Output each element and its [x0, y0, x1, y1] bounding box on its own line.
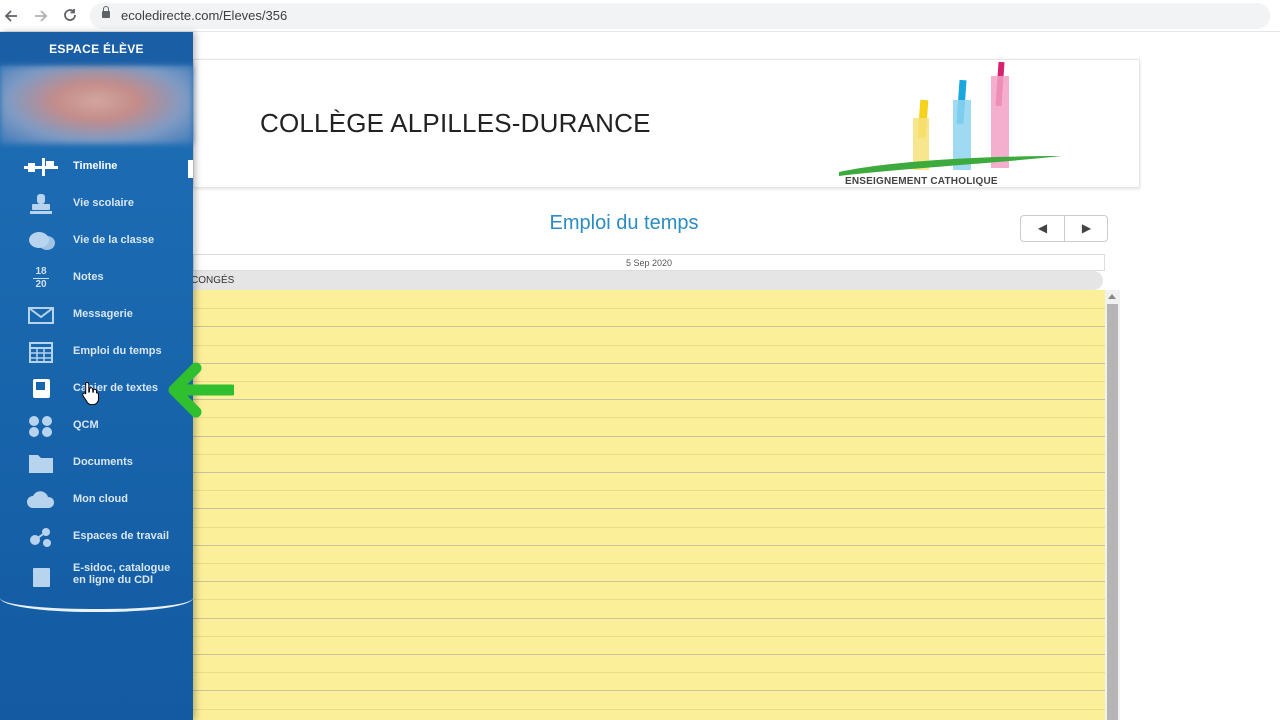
browser-toolbar: ecoledirecte.com/Eleves/356 — [0, 0, 1280, 32]
stamp-icon — [28, 193, 54, 215]
qcm-icon — [28, 415, 54, 437]
sidebar-item-label: E-sidoc, catalogue en ligne du CDI — [73, 562, 170, 586]
address-bar[interactable]: ecoledirecte.com/Eleves/356 — [90, 3, 1270, 29]
grid-line — [193, 435, 1105, 437]
folder-icon — [28, 452, 54, 474]
active-indicator — [188, 160, 193, 178]
sidebar-item-qcm[interactable]: QCM — [0, 408, 193, 445]
grid-line — [193, 362, 1105, 364]
hand-cursor-icon — [82, 381, 100, 406]
sidebar-item-label: Notes — [73, 271, 104, 283]
next-button[interactable]: ▶ — [1065, 216, 1108, 241]
envelope-icon — [28, 304, 54, 326]
grid-line — [193, 417, 1105, 419]
e-sidoc-label-line1: E-sidoc, catalogue — [73, 562, 171, 574]
date-header: 5 Sep 2020 — [193, 254, 1105, 271]
grid-line — [193, 526, 1105, 528]
chat-bubbles-icon — [28, 230, 55, 252]
school-banner: COLLÈGE ALPILLES-DURANCE ENSEIGNEMENT CA… — [193, 59, 1140, 188]
grid-line — [193, 326, 1105, 328]
grid-line — [193, 708, 1105, 710]
grid-line — [193, 308, 1105, 310]
all-day-label: CONGÉS — [191, 275, 235, 286]
grid-line — [193, 654, 1105, 655]
sidebar-item-label: Vie scolaire — [73, 197, 134, 209]
grid-line — [193, 399, 1105, 401]
all-day-event[interactable]: CONGÉS — [191, 271, 1103, 290]
grade-fraction-icon: 18 20 — [28, 266, 54, 290]
url-text: ecoledirecte.com/Eleves/356 — [121, 8, 288, 23]
sidebar-item-vie-scolaire[interactable]: Vie scolaire — [0, 186, 193, 223]
grid-line — [193, 581, 1105, 583]
grade-numerator: 18 — [35, 266, 47, 277]
scrollbar[interactable] — [1105, 290, 1120, 720]
sidebar-item-notes[interactable]: 18 20 Notes — [0, 260, 193, 297]
timeline-icon — [24, 156, 58, 178]
grid-line — [193, 508, 1105, 510]
scroll-up-arrow-icon[interactable] — [1108, 294, 1116, 299]
sidebar-item-label: Vie de la classe — [73, 234, 155, 246]
grid-line — [193, 490, 1105, 492]
grid-line — [193, 563, 1105, 564]
green-arrow-annotation — [166, 362, 238, 418]
sidebar-item-label: Messagerie — [73, 308, 133, 320]
reload-icon[interactable] — [60, 6, 80, 26]
grid-line — [193, 617, 1105, 619]
sidebar-item-documents[interactable]: Documents — [0, 445, 193, 482]
sidebar-item-label: QCM — [73, 419, 99, 431]
sidebar-title: ESPACE ÉLÈVE — [0, 32, 193, 66]
week-pager: ◀ ▶ — [1020, 215, 1108, 242]
sidebar-item-espaces-de-travail[interactable]: Espaces de travail — [0, 519, 193, 556]
lock-icon — [102, 6, 110, 19]
scrollbar-thumb[interactable] — [1107, 304, 1118, 720]
notebook-icon — [28, 378, 54, 400]
grid-line — [193, 544, 1105, 546]
grid-line — [193, 453, 1105, 455]
grid-line — [193, 344, 1105, 346]
forward-arrow-icon[interactable] — [30, 6, 50, 26]
page-title: Emploi du temps — [549, 212, 699, 234]
back-arrow-icon[interactable] — [2, 6, 22, 26]
date-label: 5 Sep 2020 — [625, 258, 673, 268]
grid-line — [193, 690, 1105, 692]
grid-line — [193, 599, 1105, 601]
cloud-icon — [27, 489, 55, 511]
logo-caption: ENSEIGNEMENT CATHOLIQUE — [845, 176, 998, 187]
book-icon — [28, 566, 54, 588]
grid-line — [193, 672, 1105, 674]
sidebar-item-e-sidoc[interactable]: E-sidoc, catalogue en ligne du CDI — [0, 556, 193, 600]
sidebar-item-mon-cloud[interactable]: Mon cloud — [0, 482, 193, 519]
sidebar-item-label: Documents — [73, 456, 133, 468]
sidebar: ESPACE ÉLÈVE Timeline Vie scolaire Vie d… — [0, 32, 193, 720]
sidebar-item-label: Emploi du temps — [73, 345, 162, 357]
workspace-icon — [28, 526, 54, 548]
grid-line — [193, 635, 1105, 637]
grid-line — [193, 472, 1105, 473]
sidebar-item-label: Espaces de travail — [73, 530, 170, 542]
e-sidoc-label-line2: en ligne du CDI — [73, 574, 154, 586]
previous-button[interactable]: ◀ — [1021, 216, 1064, 241]
sidebar-item-vie-de-la-classe[interactable]: Vie de la classe — [0, 223, 193, 260]
enseignement-catholique-logo: ENSEIGNEMENT CATHOLIQUE — [837, 60, 1067, 188]
school-name: COLLÈGE ALPILLES-DURANCE — [260, 108, 651, 138]
sidebar-item-label: Timeline — [73, 160, 118, 172]
sidebar-item-emploi-du-temps[interactable]: Emploi du temps — [0, 334, 193, 371]
time-grid[interactable] — [193, 290, 1105, 720]
sidebar-item-messagerie[interactable]: Messagerie — [0, 297, 193, 334]
calendar-icon — [28, 341, 54, 363]
grade-denominator: 20 — [35, 279, 47, 290]
sidebar-item-timeline[interactable]: Timeline — [0, 149, 193, 186]
sidebar-item-label: Mon cloud — [73, 493, 128, 505]
grid-line — [193, 381, 1105, 382]
avatar[interactable] — [0, 66, 193, 144]
